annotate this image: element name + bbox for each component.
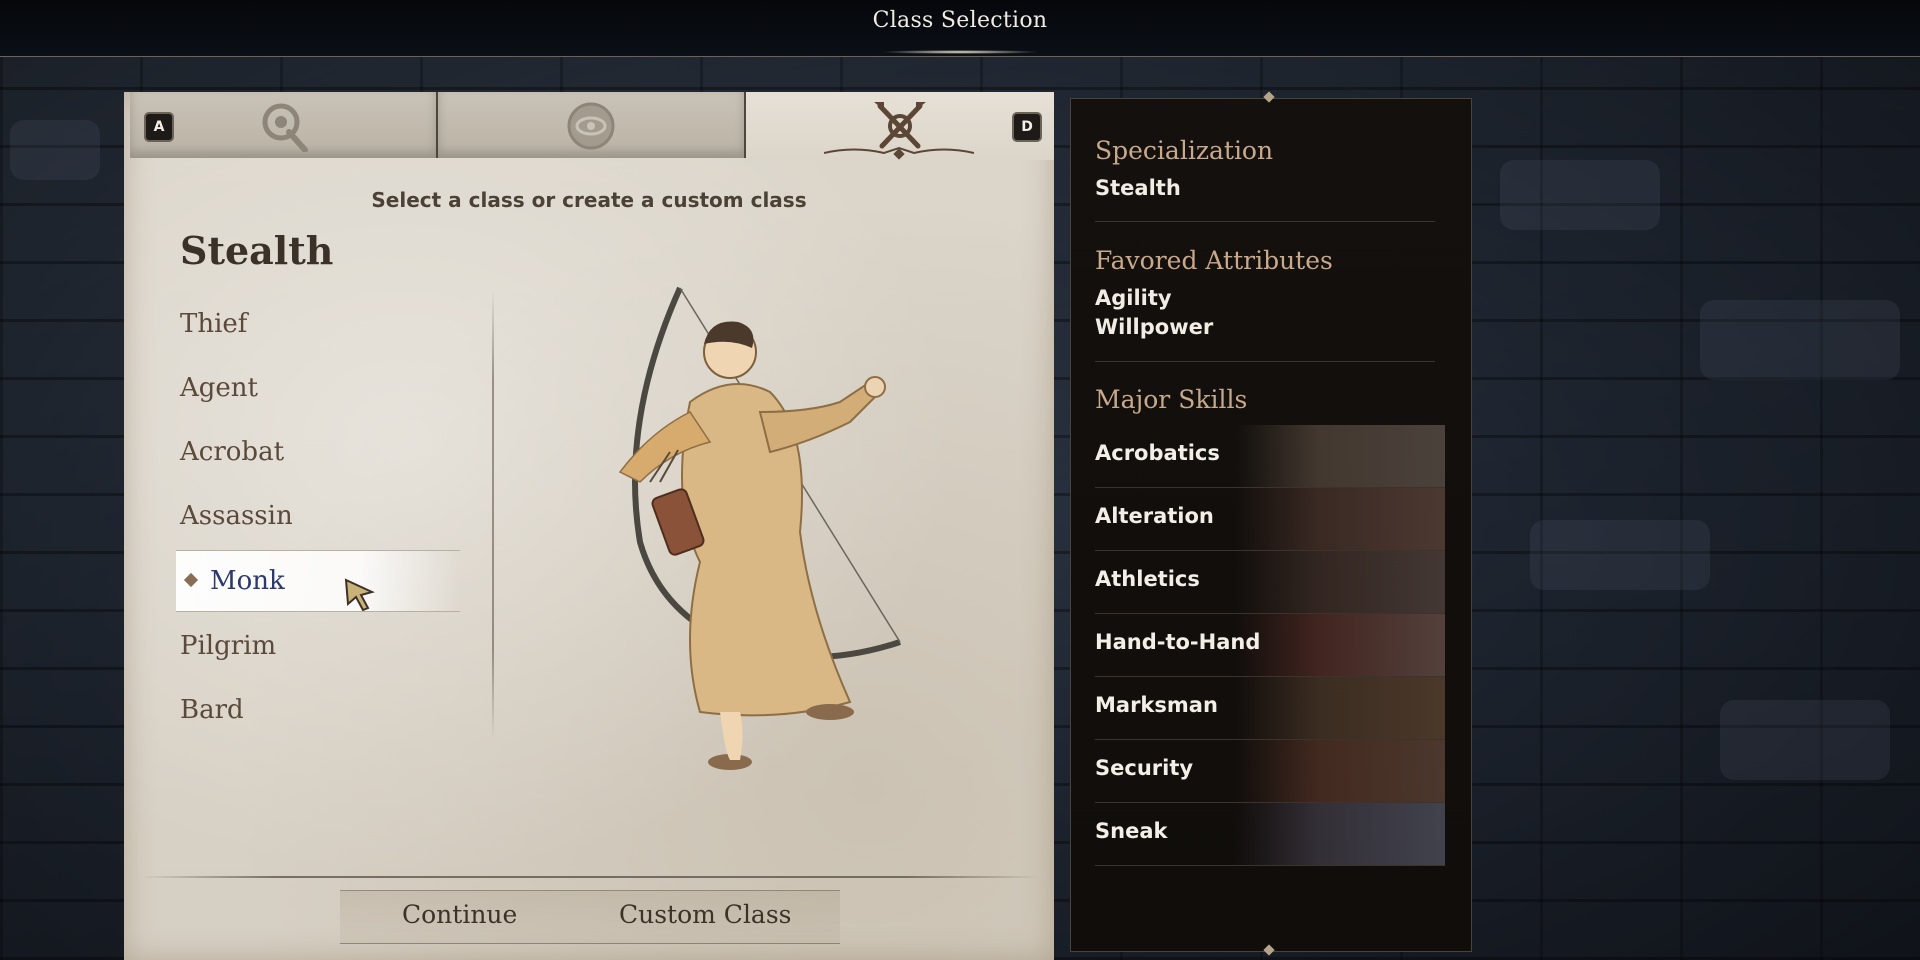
alteration-icon: [1235, 488, 1445, 550]
tab-stealth[interactable]: D: [746, 92, 1054, 160]
class-item-bard[interactable]: Bard: [180, 686, 440, 750]
skill-name: Security: [1095, 756, 1194, 780]
athletics-icon: [1235, 551, 1445, 613]
monk-illustration: [580, 282, 920, 806]
key-hint-next: D: [1014, 114, 1040, 140]
skill-row-security[interactable]: Security: [1095, 740, 1445, 803]
skill-name: Alteration: [1095, 504, 1214, 528]
specialization-title: Specialization: [1095, 136, 1274, 165]
selection-diamond-icon: [183, 572, 199, 588]
combat-axe-icon: [255, 100, 311, 156]
vertical-divider: [492, 290, 494, 740]
footer-divider: [140, 876, 1040, 878]
skill-name: Acrobatics: [1095, 441, 1220, 465]
class-item-acrobat[interactable]: Acrobat: [180, 428, 440, 492]
background-stone: [1720, 700, 1890, 780]
acrobatics-icon: [1235, 425, 1445, 487]
tab-ornament: [824, 146, 974, 160]
class-item-pilgrim[interactable]: Pilgrim: [180, 622, 440, 686]
skill-row-hand-to-hand[interactable]: Hand-to-Hand: [1095, 614, 1445, 677]
marksman-icon: [1235, 677, 1445, 739]
class-list: Thief Agent Acrobat Assassin Monk Pilgri…: [176, 300, 460, 750]
favored-attributes-title: Favored Attributes: [1095, 246, 1333, 275]
attribute-agility: Agility: [1095, 286, 1172, 310]
top-bar: Class Selection: [0, 0, 1920, 57]
key-hint-previous: A: [146, 114, 172, 140]
skill-name: Marksman: [1095, 693, 1218, 717]
attribute-willpower: Willpower: [1095, 315, 1214, 339]
skill-name: Hand-to-Hand: [1095, 630, 1261, 654]
mouse-cursor-icon: [344, 578, 378, 616]
class-item-label: Monk: [210, 566, 285, 596]
skill-row-marksman[interactable]: Marksman: [1095, 677, 1445, 740]
background-stone: [10, 120, 100, 180]
skill-name: Athletics: [1095, 567, 1200, 591]
continue-button[interactable]: Continue: [402, 900, 517, 929]
skill-row-sneak[interactable]: Sneak: [1095, 803, 1445, 866]
background-stone: [1530, 520, 1710, 590]
class-item-monk[interactable]: Monk: [176, 550, 460, 612]
skill-name: Sneak: [1095, 819, 1168, 843]
sneak-icon: [1235, 803, 1445, 865]
category-tabs: A D: [130, 92, 1054, 160]
tab-combat[interactable]: A: [130, 92, 438, 158]
screen-title: Class Selection: [872, 8, 1048, 33]
background-stone: [1700, 300, 1900, 380]
specialization-value: Stealth: [1095, 176, 1181, 200]
skill-row-alteration[interactable]: Alteration: [1095, 488, 1445, 551]
background-stone: [1500, 160, 1660, 230]
hand-to-hand-icon: [1235, 614, 1445, 676]
custom-class-button[interactable]: Custom Class: [619, 900, 792, 929]
instruction-text: Select a class or create a custom class: [371, 188, 807, 212]
class-item-assassin[interactable]: Assassin: [180, 492, 440, 556]
class-item-thief[interactable]: Thief: [180, 300, 440, 364]
security-icon: [1235, 740, 1445, 802]
section-divider: [1095, 221, 1435, 222]
magic-eye-icon: [565, 100, 617, 156]
section-divider: [1095, 361, 1435, 362]
class-item-agent[interactable]: Agent: [180, 364, 440, 428]
category-title: Stealth: [180, 228, 334, 273]
title-underline-glow: [880, 50, 1040, 54]
skill-row-acrobatics[interactable]: Acrobatics: [1095, 425, 1445, 488]
skill-row-athletics[interactable]: Athletics: [1095, 551, 1445, 614]
major-skills-title: Major Skills: [1095, 385, 1248, 414]
tab-magic[interactable]: [438, 92, 746, 158]
